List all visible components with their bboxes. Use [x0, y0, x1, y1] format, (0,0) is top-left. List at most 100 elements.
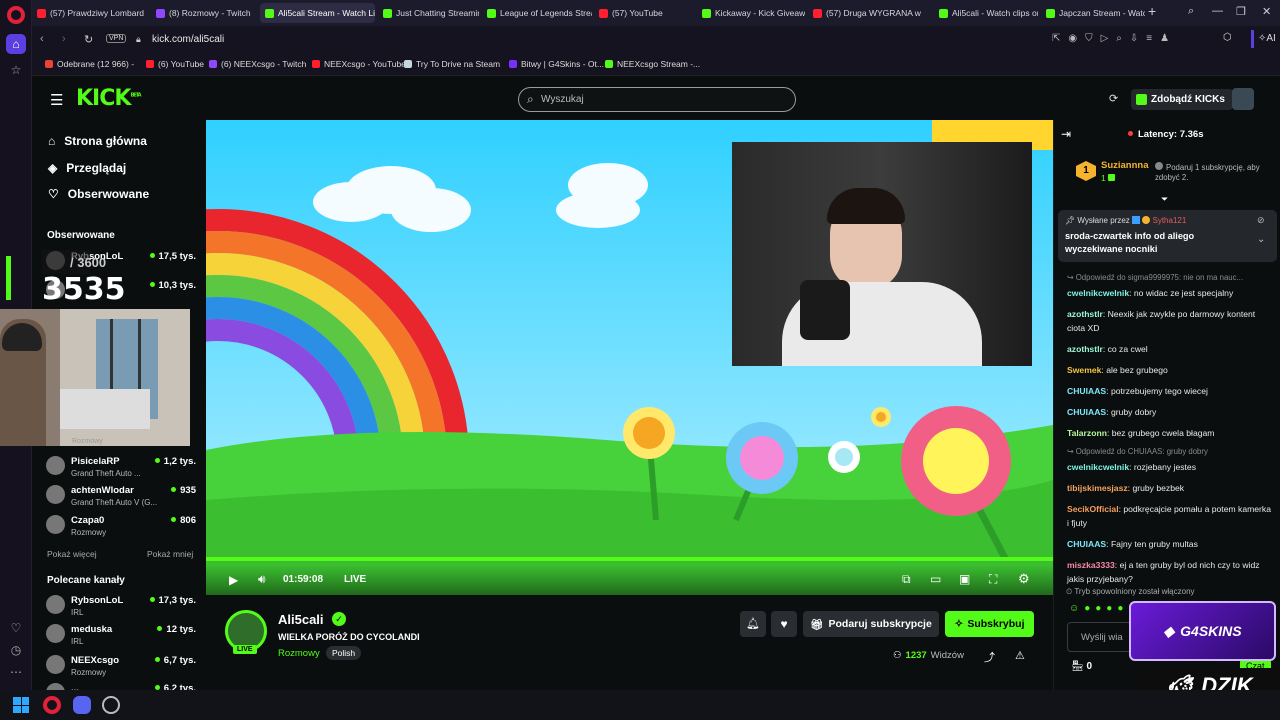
discord-taskbar-icon[interactable]	[73, 696, 91, 714]
search-bar[interactable]: ⌕ Wyszukaj	[518, 87, 796, 112]
pinned-message[interactable]: 📌︎ Wysłane przez Sytha121 sroda-czwartek…	[1058, 210, 1277, 262]
tab[interactable]: (8) Rozmowy - Twitch	[151, 3, 257, 23]
show-more-button[interactable]: Pokaż więcej	[47, 549, 97, 559]
chat-message[interactable]: cwelnikcwelnik: no widac ze jest specjal…	[1067, 286, 1275, 300]
tab[interactable]: Ali5cali - Watch clips on	[934, 3, 1038, 23]
minimize-icon[interactable]: —	[1212, 5, 1223, 17]
bookmark[interactable]: Bitwy | G4Skins - Ot...	[509, 59, 604, 69]
tab[interactable]: Ali5cali Stream - Watch Li	[260, 3, 375, 23]
tab[interactable]: League of Legends Strea	[482, 3, 592, 23]
channel-item[interactable]: Czapa0 Rozmowy 806	[46, 512, 196, 540]
leader-name[interactable]: Suziannna	[1101, 160, 1149, 171]
home-icon[interactable]: ⌂	[6, 34, 26, 54]
share-icon[interactable]: ⤴	[984, 649, 995, 665]
emote-row[interactable]: ☺●●●●	[1069, 603, 1128, 614]
maximize-icon[interactable]: ❐	[1236, 5, 1246, 18]
tab[interactable]: Japczan Stream - Watch	[1041, 3, 1145, 23]
chat-username[interactable]: miszka3333	[1067, 560, 1115, 570]
bookmark[interactable]: (6) NEEXcsgo - Twitch	[209, 59, 306, 69]
channel-item[interactable]: meduska IRL 12 tys.	[46, 621, 196, 649]
more-icon[interactable]: ⋯	[6, 662, 26, 682]
nav-browse[interactable]: ◈ Przeglądaj	[48, 161, 126, 175]
follow-heart-button[interactable]: ♥	[771, 611, 797, 637]
unpin-icon[interactable]: ⊘	[1257, 215, 1265, 226]
chat-username[interactable]: Swemek	[1067, 365, 1101, 375]
bookmark[interactable]: NEEXcsgo Stream -...	[605, 59, 700, 69]
kicks-wallet[interactable]: 🏪︎ 0	[1071, 661, 1092, 672]
gift-sub-button[interactable]: 🎁︎ Podaruj subskrypcje	[803, 611, 939, 637]
new-tab-button[interactable]: +	[1148, 3, 1156, 19]
chat-message[interactable]: azothstlr: co za cwel	[1067, 342, 1275, 356]
bookmark[interactable]: Try To Drive na Steam	[404, 59, 500, 69]
kick-logo[interactable]: KICKBETA	[76, 86, 142, 111]
chat-username[interactable]: cwelnikcwelnik	[1067, 462, 1129, 472]
forward-icon[interactable]: ›	[62, 33, 66, 45]
bookmark[interactable]: (6) YouTube	[146, 59, 204, 69]
channel-item[interactable]: PisicelaRP Grand Theft Auto ... 1,2 tys.	[46, 453, 196, 481]
clip-icon[interactable]: ▣	[959, 572, 970, 586]
tab[interactable]: (57) Druga WYGRANA w	[808, 3, 930, 23]
theater-icon[interactable]: ▭	[930, 572, 941, 586]
steam-taskbar-icon[interactable]	[102, 696, 120, 714]
chat-message[interactable]: miszka3333: ej a ten gruby byl od nich c…	[1067, 558, 1275, 586]
chat-username[interactable]: tibijskimesjasz	[1067, 483, 1128, 493]
get-kicks-button[interactable]: Zdobądź KICKs	[1131, 89, 1233, 110]
extension-icon[interactable]: ⬡	[1223, 32, 1232, 43]
pip-icon[interactable]: ⧉	[902, 572, 911, 587]
channel-name[interactable]: Ali5cali	[278, 612, 324, 627]
expand-icon[interactable]: ⌄	[1257, 234, 1265, 245]
settings-icon[interactable]: ⚙	[1018, 571, 1030, 587]
chat-message[interactable]: tibijskimesjasz: gruby bezbek	[1067, 481, 1275, 495]
heart-icon[interactable]: ♡	[6, 618, 26, 638]
show-less-button[interactable]: Pokaż mniej	[147, 549, 193, 559]
live-label[interactable]: LIVE	[344, 574, 366, 585]
chat-message[interactable]: cwelnikcwelnik: rozjebany jestes	[1067, 460, 1275, 474]
collapse-chat-icon[interactable]: ⇥	[1061, 127, 1071, 141]
search-input[interactable]: Wyszukaj	[541, 94, 584, 105]
back-icon[interactable]: ‹	[40, 33, 44, 45]
history-icon[interactable]: ◷	[6, 640, 26, 660]
search-icon[interactable]: ⌕	[1188, 5, 1194, 18]
chat-username[interactable]: CHUIAAS	[1067, 539, 1106, 549]
url-text[interactable]: kick.com/ali5cali	[152, 34, 224, 45]
channel-item[interactable]: achtenWlodar Grand Theft Auto V (G... 935	[46, 482, 196, 510]
user-avatar[interactable]	[1232, 88, 1254, 110]
chat-filter-icon[interactable]: ⏷	[1161, 194, 1168, 205]
chat-username[interactable]: Talarzonn	[1067, 428, 1107, 438]
channel-item[interactable]: NEEXcsgo Rozmowy 6,7 tys.	[46, 652, 196, 680]
report-icon[interactable]: ⚠	[1015, 649, 1025, 662]
chat-message[interactable]: CHUIAAS: gruby dobry	[1067, 405, 1275, 419]
opera-taskbar-icon[interactable]	[43, 696, 61, 714]
chat-message[interactable]: Talarzonn: bez grubego cwela błagam	[1067, 426, 1275, 440]
tab[interactable]: (57) Prawdziwy Lombard	[32, 3, 148, 23]
bookmark[interactable]: Odebrane (12 966) -	[45, 59, 134, 69]
close-icon[interactable]: ✕	[1262, 5, 1271, 18]
chat-message[interactable]: CHUIAAS: Fajny ten gruby multas	[1067, 537, 1275, 551]
chat-username[interactable]: SecikOfficial	[1067, 504, 1119, 514]
fullscreen-icon[interactable]: ⛶	[989, 572, 997, 587]
stream-category[interactable]: Rozmowy	[278, 648, 320, 659]
star-icon[interactable]: ☆	[6, 60, 26, 80]
tab[interactable]: (57) YouTube	[594, 3, 694, 23]
ai-button[interactable]: ✧AI	[1258, 33, 1276, 44]
menu-icon[interactable]: ☰	[50, 91, 63, 109]
language-tag[interactable]: Polish	[326, 646, 362, 660]
notify-bell-button[interactable]: 🔔︎	[740, 611, 766, 637]
windows-start-icon[interactable]	[13, 697, 29, 713]
toolbar-icons[interactable]: ⇱◉⛉▷⌕⇩≡♟	[1052, 33, 1177, 44]
play-icon[interactable]: ▶	[229, 573, 238, 587]
subscribe-button[interactable]: ✧ Subskrybuj	[945, 611, 1034, 637]
nav-home[interactable]: ⌂ Strona główna	[48, 134, 147, 148]
nav-following[interactable]: ♡ Obserwowane	[48, 187, 149, 201]
volume-icon[interactable]: 🔊︎	[258, 572, 266, 587]
chat-username[interactable]: cwelnikcwelnik	[1067, 288, 1129, 298]
chat-message[interactable]: SecikOfficial: podkręcajcie pomału a pot…	[1067, 502, 1275, 530]
opera-logo-icon[interactable]	[7, 6, 25, 24]
chat-message[interactable]: CHUIAAS: potrzebujemy tego wiecej	[1067, 384, 1275, 398]
chat-username[interactable]: CHUIAAS	[1067, 407, 1106, 417]
chat-username[interactable]: azothstlr	[1067, 344, 1103, 354]
bookmark[interactable]: NEEXcsgo - YouTube	[312, 59, 406, 69]
channel-item[interactable]: RybsonLoL IRL 17,3 tys.	[46, 592, 196, 620]
tab[interactable]: Just Chatting Streaming	[378, 3, 479, 23]
tab[interactable]: Kickaway - Kick Giveawa	[697, 3, 805, 23]
